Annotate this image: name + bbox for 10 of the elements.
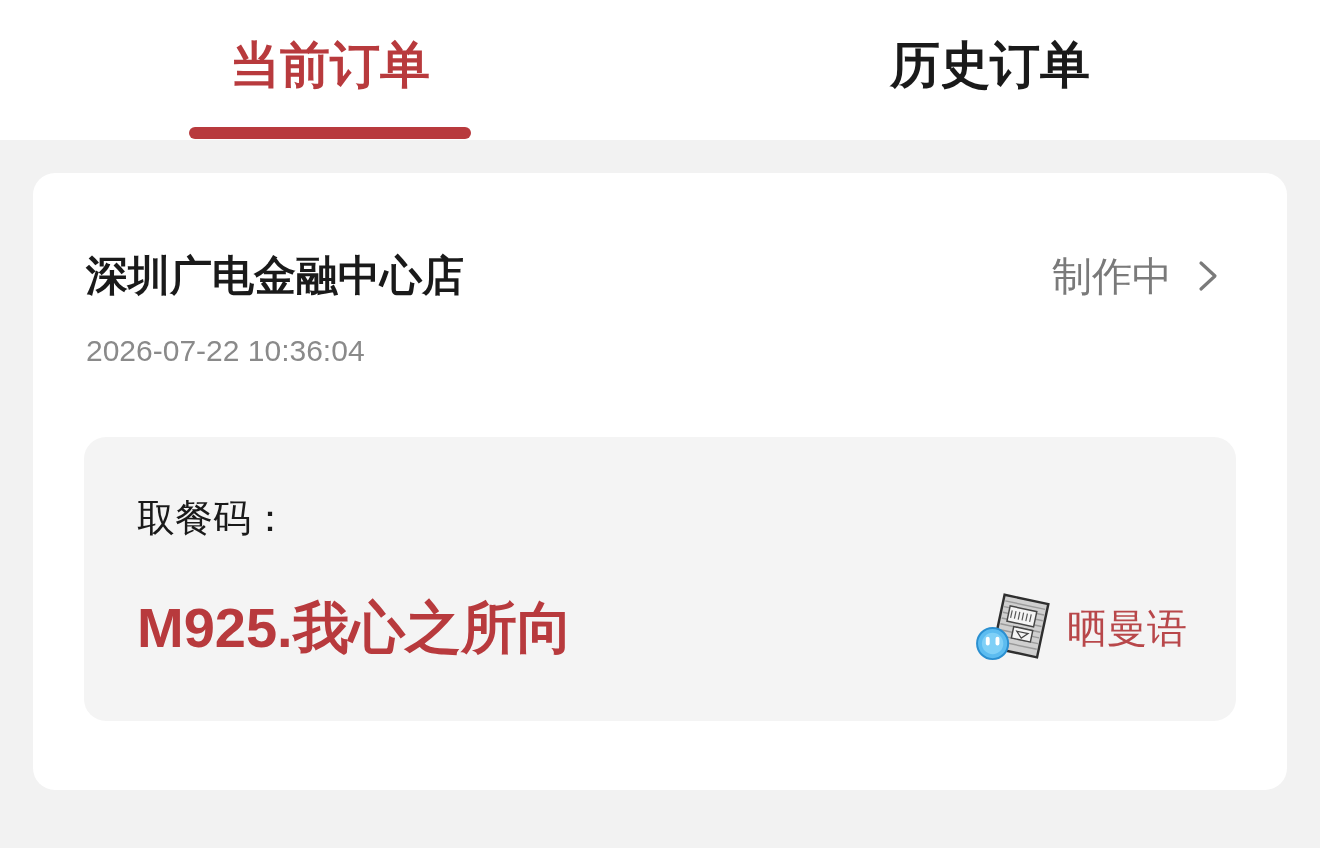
order-tab[interactable]: 历史订单 <box>660 0 1320 140</box>
order-status-link[interactable]: 制作中 <box>1052 252 1218 300</box>
order-time: 2026-07-22 10:36:04 <box>85 333 365 369</box>
store-name: 深圳广电金融中心店 <box>85 251 464 301</box>
chevron-right-icon <box>1198 260 1218 292</box>
pickup-code-label: 取餐码： <box>137 496 289 541</box>
share-link[interactable]: 晒曼语 <box>975 593 1187 663</box>
pickup-code: M925.我心之所向 <box>137 595 573 661</box>
order-tab[interactable]: 当前订单 <box>0 0 660 140</box>
notepad-smiley-icon <box>975 593 1053 663</box>
